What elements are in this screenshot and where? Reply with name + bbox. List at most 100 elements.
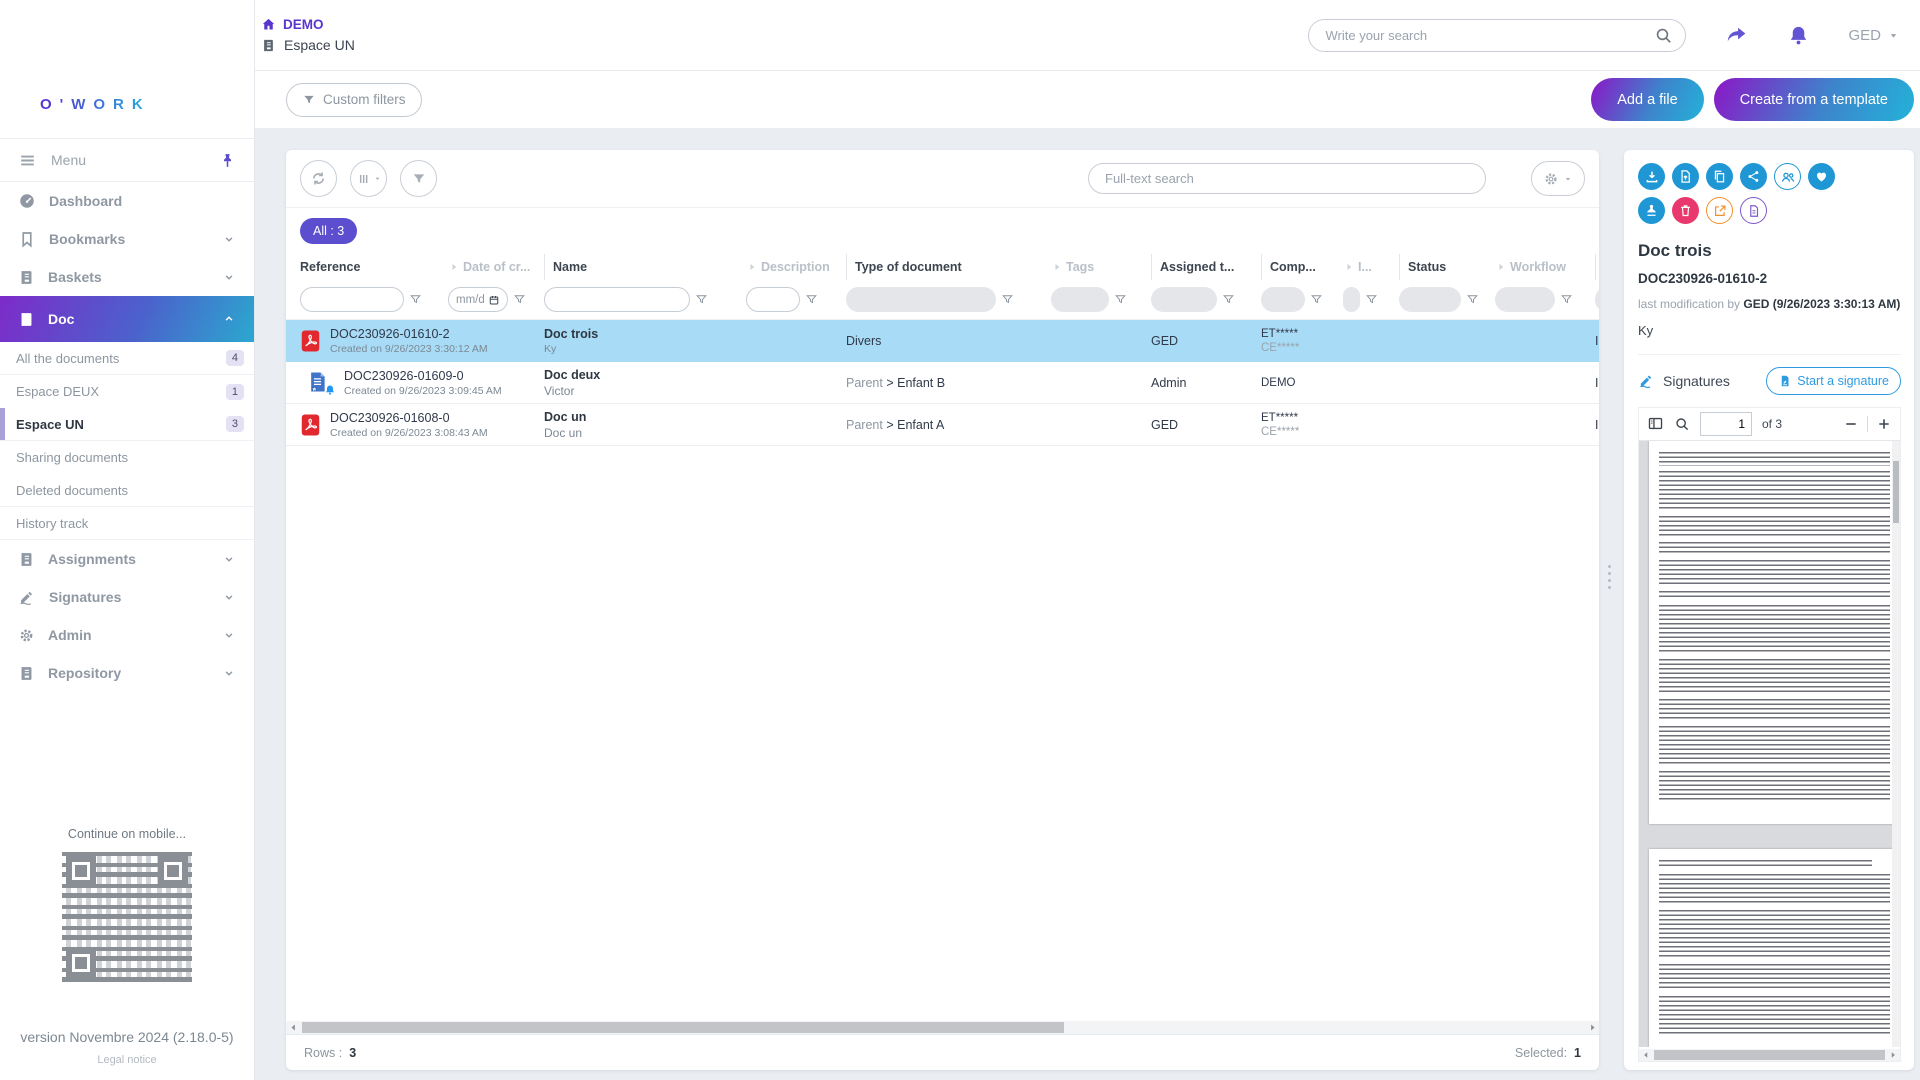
share-redo-icon[interactable] — [1724, 23, 1749, 48]
funnel-icon[interactable] — [695, 293, 708, 306]
sidebar-subitem-all-documents[interactable]: All the documents 4 — [0, 342, 254, 375]
search-icon[interactable] — [1674, 416, 1690, 432]
sidebar-subitem-espace-deux[interactable]: Espace DEUX 1 — [0, 375, 254, 408]
column-header-comp[interactable]: Comp... — [1261, 254, 1343, 280]
filter-comp-select[interactable] — [1261, 287, 1305, 312]
funnel-icon[interactable] — [1222, 293, 1235, 306]
fulltext-search-input[interactable] — [1105, 171, 1469, 186]
column-header-workflow[interactable]: Workflow — [1495, 254, 1595, 280]
breadcrumb-root[interactable]: DEMO — [261, 17, 355, 32]
download-button[interactable] — [1638, 163, 1665, 190]
table-row[interactable]: DOC230926-01608-0 Created on 9/26/2023 3… — [286, 404, 1599, 446]
sidebar-menu-toggle[interactable]: Menu — [0, 138, 254, 182]
filter-y-select[interactable] — [1595, 287, 1599, 312]
refresh-button[interactable] — [300, 160, 337, 197]
custom-filters-button[interactable]: Custom filters — [286, 83, 422, 117]
column-header-i[interactable]: I... — [1343, 254, 1399, 280]
scroll-left-arrow-icon[interactable] — [1639, 1050, 1653, 1060]
sidebar-item-signatures[interactable]: Signatures — [0, 578, 254, 616]
user-menu[interactable]: GED — [1848, 27, 1900, 44]
sidebar-item-assignments[interactable]: Assignments — [0, 540, 254, 578]
columns-button[interactable] — [350, 160, 387, 197]
panel-resize-handle[interactable] — [1606, 565, 1612, 589]
assign-users-button[interactable] — [1774, 163, 1801, 190]
filter-type-select[interactable] — [846, 287, 996, 312]
pdf-vertical-scrollbar[interactable] — [1892, 441, 1900, 1047]
bell-icon[interactable] — [1787, 24, 1810, 47]
filter-description-input[interactable] — [746, 287, 800, 312]
pdf-horizontal-scrollbar[interactable] — [1639, 1049, 1900, 1061]
sidebar-subitem-sharing-documents[interactable]: Sharing documents — [0, 441, 254, 474]
funnel-icon[interactable] — [1560, 293, 1573, 306]
delete-button[interactable] — [1672, 197, 1699, 224]
funnel-icon[interactable] — [1310, 293, 1323, 306]
funnel-icon[interactable] — [1001, 293, 1014, 306]
favorite-button[interactable] — [1808, 163, 1835, 190]
column-header-reference[interactable]: Reference — [300, 254, 448, 280]
share-button[interactable] — [1740, 163, 1767, 190]
funnel-icon[interactable] — [1466, 293, 1479, 306]
upload-version-button[interactable] — [1672, 163, 1699, 190]
pdf-pages-area[interactable] — [1639, 441, 1900, 1047]
legal-notice-link[interactable]: Legal notice — [97, 1054, 156, 1066]
filter-name-input[interactable] — [544, 287, 690, 312]
column-header-type[interactable]: Type of document — [846, 254, 1051, 280]
sidebar-item-repository[interactable]: Repository — [0, 654, 254, 692]
funnel-icon[interactable] — [409, 293, 422, 306]
create-from-template-button[interactable]: Create from a template — [1714, 78, 1914, 121]
filter-tags-select[interactable] — [1051, 287, 1109, 312]
start-signature-button[interactable]: Start a signature — [1766, 367, 1901, 395]
stamp-button[interactable] — [1638, 197, 1665, 224]
filter-assigned-select[interactable] — [1151, 287, 1217, 312]
column-header-tags[interactable]: Tags — [1051, 254, 1151, 280]
zoom-in-icon[interactable] — [1876, 416, 1892, 432]
table-settings-button[interactable] — [1531, 161, 1585, 196]
scroll-left-arrow-icon[interactable] — [286, 1022, 300, 1033]
search-icon[interactable] — [1654, 26, 1673, 45]
document-detail-panel: Doc trois DOC230926-01610-2 last modific… — [1624, 150, 1914, 1070]
calendar-icon[interactable] — [488, 294, 500, 306]
scroll-right-arrow-icon[interactable] — [1585, 1022, 1599, 1033]
table-row[interactable]: DOC230926-01609-0 Created on 9/26/2023 3… — [286, 362, 1599, 404]
column-header-name[interactable]: Name — [544, 254, 746, 280]
sidebar-item-admin[interactable]: Admin — [0, 616, 254, 654]
column-header-date[interactable]: Date of cr... — [448, 254, 544, 280]
funnel-icon[interactable] — [1365, 293, 1378, 306]
all-count-badge[interactable]: All : 3 — [300, 218, 357, 244]
funnel-icon[interactable] — [805, 293, 818, 306]
scroll-right-arrow-icon[interactable] — [1886, 1050, 1900, 1060]
page-number-input[interactable] — [1700, 412, 1752, 436]
sidebar-subitem-history-track[interactable]: History track — [0, 507, 254, 540]
column-header-y[interactable]: Y — [1595, 254, 1599, 280]
sidebar-subitem-espace-un[interactable]: Espace UN 3 — [0, 408, 254, 441]
column-header-description[interactable]: Description — [746, 254, 846, 280]
column-header-status[interactable]: Status — [1399, 254, 1495, 280]
funnel-icon[interactable] — [513, 293, 526, 306]
filter-status-select[interactable] — [1399, 287, 1461, 312]
pin-icon[interactable] — [219, 152, 236, 169]
zoom-out-icon[interactable] — [1843, 416, 1859, 432]
scrollbar-thumb[interactable] — [1893, 461, 1899, 523]
filter-button[interactable] — [400, 160, 437, 197]
sidebar-item-baskets[interactable]: Baskets — [0, 258, 254, 296]
document-properties-button[interactable] — [1740, 197, 1767, 224]
table-row[interactable]: DOC230926-01610-2 Created on 9/26/2023 3… — [286, 320, 1599, 362]
scrollbar-thumb[interactable] — [302, 1022, 1064, 1033]
sidebar-item-dashboard[interactable]: Dashboard — [0, 182, 254, 220]
funnel-icon[interactable] — [1114, 293, 1127, 306]
sidebar-item-bookmarks[interactable]: Bookmarks — [0, 220, 254, 258]
add-file-button[interactable]: Add a file — [1591, 78, 1703, 121]
filter-i-select[interactable] — [1343, 287, 1360, 312]
scrollbar-thumb[interactable] — [1654, 1050, 1885, 1060]
sidebar-toggle-icon[interactable] — [1647, 415, 1664, 432]
sidebar-item-doc[interactable]: Doc — [0, 296, 254, 342]
column-header-assigned[interactable]: Assigned t... — [1151, 254, 1261, 280]
filter-reference-input[interactable] — [300, 287, 404, 312]
filter-date-input[interactable]: mm/d — [448, 287, 508, 312]
copy-button[interactable] — [1706, 163, 1733, 190]
filter-workflow-select[interactable] — [1495, 287, 1555, 312]
table-horizontal-scrollbar[interactable] — [286, 1021, 1599, 1034]
global-search-input[interactable] — [1325, 28, 1654, 43]
sidebar-subitem-deleted-documents[interactable]: Deleted documents — [0, 474, 254, 507]
open-external-button[interactable] — [1706, 197, 1733, 224]
